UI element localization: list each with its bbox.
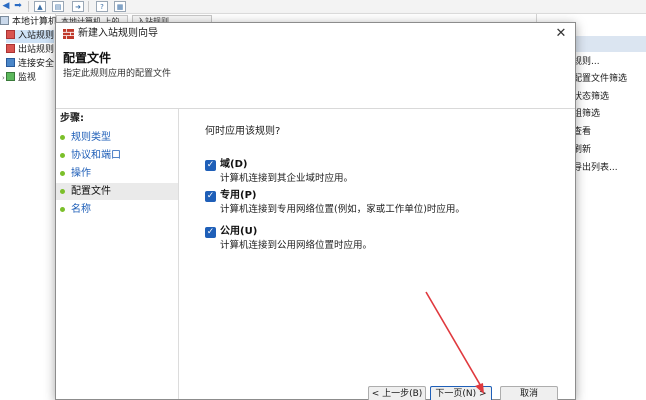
page-title: 配置文件 xyxy=(63,51,112,65)
step-name[interactable]: 名称 xyxy=(56,201,178,218)
step-rule-type[interactable]: 规则类型 xyxy=(56,129,178,146)
step-label: 操作 xyxy=(71,168,91,179)
new-inbound-rule-wizard: 新建入站规则向导 ✕ 配置文件 指定此规则应用的配置文件 步骤: 规则类型 协议… xyxy=(55,22,576,400)
cancel-button[interactable]: 取消 xyxy=(500,386,558,400)
export-icon[interactable]: ➜ xyxy=(72,1,84,12)
mmc-toolbar: ◀ ➡ ▲ ▤ ➜ ? ▦ xyxy=(0,0,646,14)
steps-title: 步骤: xyxy=(60,113,84,124)
step-bullet-icon xyxy=(60,171,65,176)
toolbar-separator xyxy=(28,1,29,12)
action-filter-by-state[interactable]: 状态筛选 xyxy=(573,91,609,103)
dialog-titlebar[interactable]: 新建入站规则向导 ✕ xyxy=(56,23,575,45)
inbound-rules-icon xyxy=(6,30,15,39)
profile-content: 何时应用该规则? ✓ 域(D) 计算机连接到其企业域时应用。 ✓ 专用(P) 计… xyxy=(180,109,575,399)
option-public: ✓ 公用(U) 计算机连接到公用网络位置时应用。 xyxy=(205,225,565,255)
expand-arrow-icon[interactable]: › xyxy=(2,74,5,82)
tree-item-label: 连接安全 xyxy=(18,59,55,69)
action-new-rule[interactable]: 规则... xyxy=(573,56,600,68)
profile-question: 何时应用该规则? xyxy=(205,126,281,137)
step-bullet-icon xyxy=(60,135,65,140)
tree-item-outbound-rules[interactable]: 出站规则 xyxy=(6,44,54,57)
public-label[interactable]: 公用(U) xyxy=(220,225,257,239)
firewall-icon xyxy=(63,29,74,39)
tree-item-monitor[interactable]: › 监视 xyxy=(2,72,36,85)
action-filter-by-profile[interactable]: 配置文件筛选 xyxy=(573,73,627,85)
next-button[interactable]: 下一页(N) > xyxy=(430,386,492,400)
public-description: 计算机连接到公用网络位置时应用。 xyxy=(220,240,373,251)
tree-item-label: 监视 xyxy=(17,73,36,83)
step-protocol-and-ports[interactable]: 协议和端口 xyxy=(56,147,178,164)
tree-item-label: 出站规则 xyxy=(18,45,55,55)
properties-icon[interactable]: ▦ xyxy=(114,1,126,12)
option-domain: ✓ 域(D) 计算机连接到其企业域时应用。 xyxy=(205,158,565,188)
domain-checkbox[interactable]: ✓ xyxy=(205,160,216,171)
dialog-header: 配置文件 指定此规则应用的配置文件 xyxy=(56,45,575,109)
private-description: 计算机连接到专用网络位置(例如，家或工作单位)时应用。 xyxy=(220,204,465,215)
step-label: 配置文件 xyxy=(71,186,111,197)
computer-icon xyxy=(0,16,9,25)
step-label: 协议和端口 xyxy=(71,150,121,161)
domain-label[interactable]: 域(D) xyxy=(220,158,247,172)
option-private: ✓ 专用(P) 计算机连接到专用网络位置(例如，家或工作单位)时应用。 xyxy=(205,189,565,219)
tree-item-connection-security[interactable]: 连接安全 xyxy=(6,58,54,71)
page-subtitle: 指定此规则应用的配置文件 xyxy=(63,69,172,79)
private-checkbox[interactable]: ✓ xyxy=(205,191,216,202)
dialog-title: 新建入站规则向导 xyxy=(78,28,158,39)
outbound-rules-icon xyxy=(6,44,15,53)
step-bullet-icon xyxy=(60,207,65,212)
forward-arrow-icon[interactable]: ➡ xyxy=(12,1,24,12)
show-tree-icon[interactable]: ▤ xyxy=(52,1,64,12)
close-icon[interactable]: ✕ xyxy=(552,25,570,43)
help-icon[interactable]: ? xyxy=(96,1,108,12)
tree-item-label: 入站规则 xyxy=(18,31,55,41)
private-label[interactable]: 专用(P) xyxy=(220,189,256,203)
step-label: 名称 xyxy=(71,204,91,215)
action-export-list[interactable]: 导出列表... xyxy=(573,162,618,174)
step-action[interactable]: 操作 xyxy=(56,165,178,182)
tree-item-inbound-rules[interactable]: 入站规则 xyxy=(6,30,55,43)
step-bullet-icon xyxy=(60,153,65,158)
navigation-tree: 本地计算机 上的高级安全 Wi 入站规则 出站规则 连接安全 ›监视 xyxy=(0,14,128,400)
connection-security-icon xyxy=(6,58,15,67)
toolbar-separator xyxy=(88,1,89,12)
steps-panel: 步骤: 规则类型 协议和端口 操作 配置文件 名称 xyxy=(56,109,179,399)
public-checkbox[interactable]: ✓ xyxy=(205,227,216,238)
step-bullet-icon xyxy=(60,189,65,194)
action-filter-by-group[interactable]: 组筛选 xyxy=(573,108,600,120)
step-label: 规则类型 xyxy=(71,132,111,143)
back-button[interactable]: < 上一步(B) xyxy=(368,386,426,400)
up-folder-icon[interactable]: ▲ xyxy=(34,1,46,12)
domain-description: 计算机连接到其企业域时应用。 xyxy=(220,173,354,184)
monitor-icon xyxy=(5,72,15,81)
step-profile[interactable]: 配置文件 xyxy=(56,183,178,200)
back-arrow-icon[interactable]: ◀ xyxy=(0,1,12,12)
